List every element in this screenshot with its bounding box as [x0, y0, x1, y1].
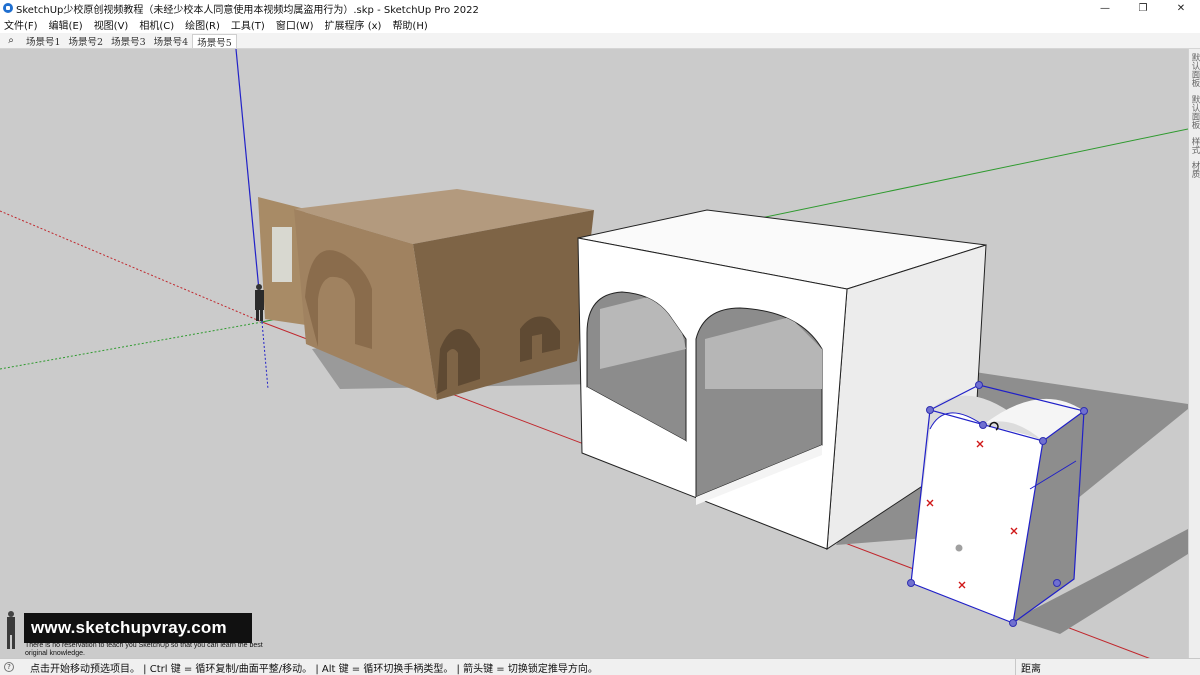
watermark-figure-icon	[7, 611, 15, 649]
watermark-banner: www.sketchupvray.com	[24, 613, 252, 643]
menu-help[interactable]: 帮助(H)	[392, 17, 427, 32]
menu-draw[interactable]: 绘图(R)	[185, 17, 220, 32]
minimize-button[interactable]: —	[1086, 0, 1124, 16]
tray-tab-materials[interactable]: 材质	[1190, 161, 1200, 178]
blue-axis	[235, 49, 263, 323]
window-controls: — ❐ ✕	[1086, 0, 1200, 16]
scene-tab-4[interactable]: 场景号4	[150, 34, 193, 48]
scale-figure-icon	[255, 284, 264, 321]
rotation-center-icon	[955, 544, 963, 552]
measurements-box[interactable]: 距离	[1015, 659, 1200, 675]
menu-window[interactable]: 窗口(W)	[276, 17, 314, 32]
menu-edit[interactable]: 编辑(E)	[49, 17, 83, 32]
scene-tabs-bar: ⌕ 场景号1 场景号2 场景号3 场景号4 场景号5	[0, 33, 1200, 49]
menu-file[interactable]: 文件(F)	[4, 17, 38, 32]
default-tray: 默认面板 默认面板 样式 材质	[1188, 49, 1200, 658]
red-axis-negative	[0, 210, 263, 323]
scene-tab-3[interactable]: 场景号3	[107, 34, 150, 48]
status-bar: ? 点击开始移动预选项目。 | Ctrl 键 = 循环复制/曲面平整/移动。 |…	[0, 658, 1200, 675]
tray-tab-2[interactable]: 默认面板	[1190, 95, 1200, 129]
maximize-button[interactable]: ❐	[1124, 0, 1162, 16]
title-bar: SketchUp少校原创视频教程（未经少校本人同意使用本视频均属盗用行为）.sk…	[0, 0, 1200, 16]
menu-camera[interactable]: 相机(C)	[139, 17, 174, 32]
scene-tab-2[interactable]: 场景号2	[65, 34, 108, 48]
green-axis-negative	[0, 321, 263, 370]
status-message: 点击开始移动预选项目。 | Ctrl 键 = 循环复制/曲面平整/移动。 | A…	[30, 663, 598, 675]
menu-extensions[interactable]: 扩展程序 (x)	[325, 17, 382, 32]
info-icon[interactable]: ?	[4, 662, 14, 672]
search-icon[interactable]: ⌕	[0, 33, 22, 48]
selected-arch-component[interactable]	[907, 381, 1088, 627]
menu-view[interactable]: 视图(V)	[94, 17, 129, 32]
tray-tab-styles[interactable]: 样式	[1190, 137, 1200, 154]
wall-window	[272, 227, 292, 282]
menu-tools[interactable]: 工具(T)	[231, 17, 265, 32]
model-scene[interactable]	[0, 49, 1188, 658]
model-viewport[interactable]	[0, 49, 1188, 658]
close-button[interactable]: ✕	[1162, 0, 1200, 16]
watermark-tagline: There is no reservation to teach you Ske…	[25, 642, 263, 657]
scene-tab-1[interactable]: 场景号1	[22, 34, 65, 48]
watermark-url: www.sketchupvray.com	[31, 618, 227, 637]
measurements-label: 距离	[1021, 664, 1041, 675]
menu-bar: 文件(F) 编辑(E) 视图(V) 相机(C) 绘图(R) 工具(T) 窗口(W…	[0, 16, 1200, 33]
scene-tab-5[interactable]: 场景号5	[192, 34, 237, 49]
tray-tab-1[interactable]: 默认面板	[1190, 53, 1200, 87]
window-title: SketchUp少校原创视频教程（未经少校本人同意使用本视频均属盗用行为）.sk…	[16, 4, 479, 16]
blue-axis-negative	[261, 321, 269, 390]
sketchup-logo-icon	[3, 3, 13, 13]
